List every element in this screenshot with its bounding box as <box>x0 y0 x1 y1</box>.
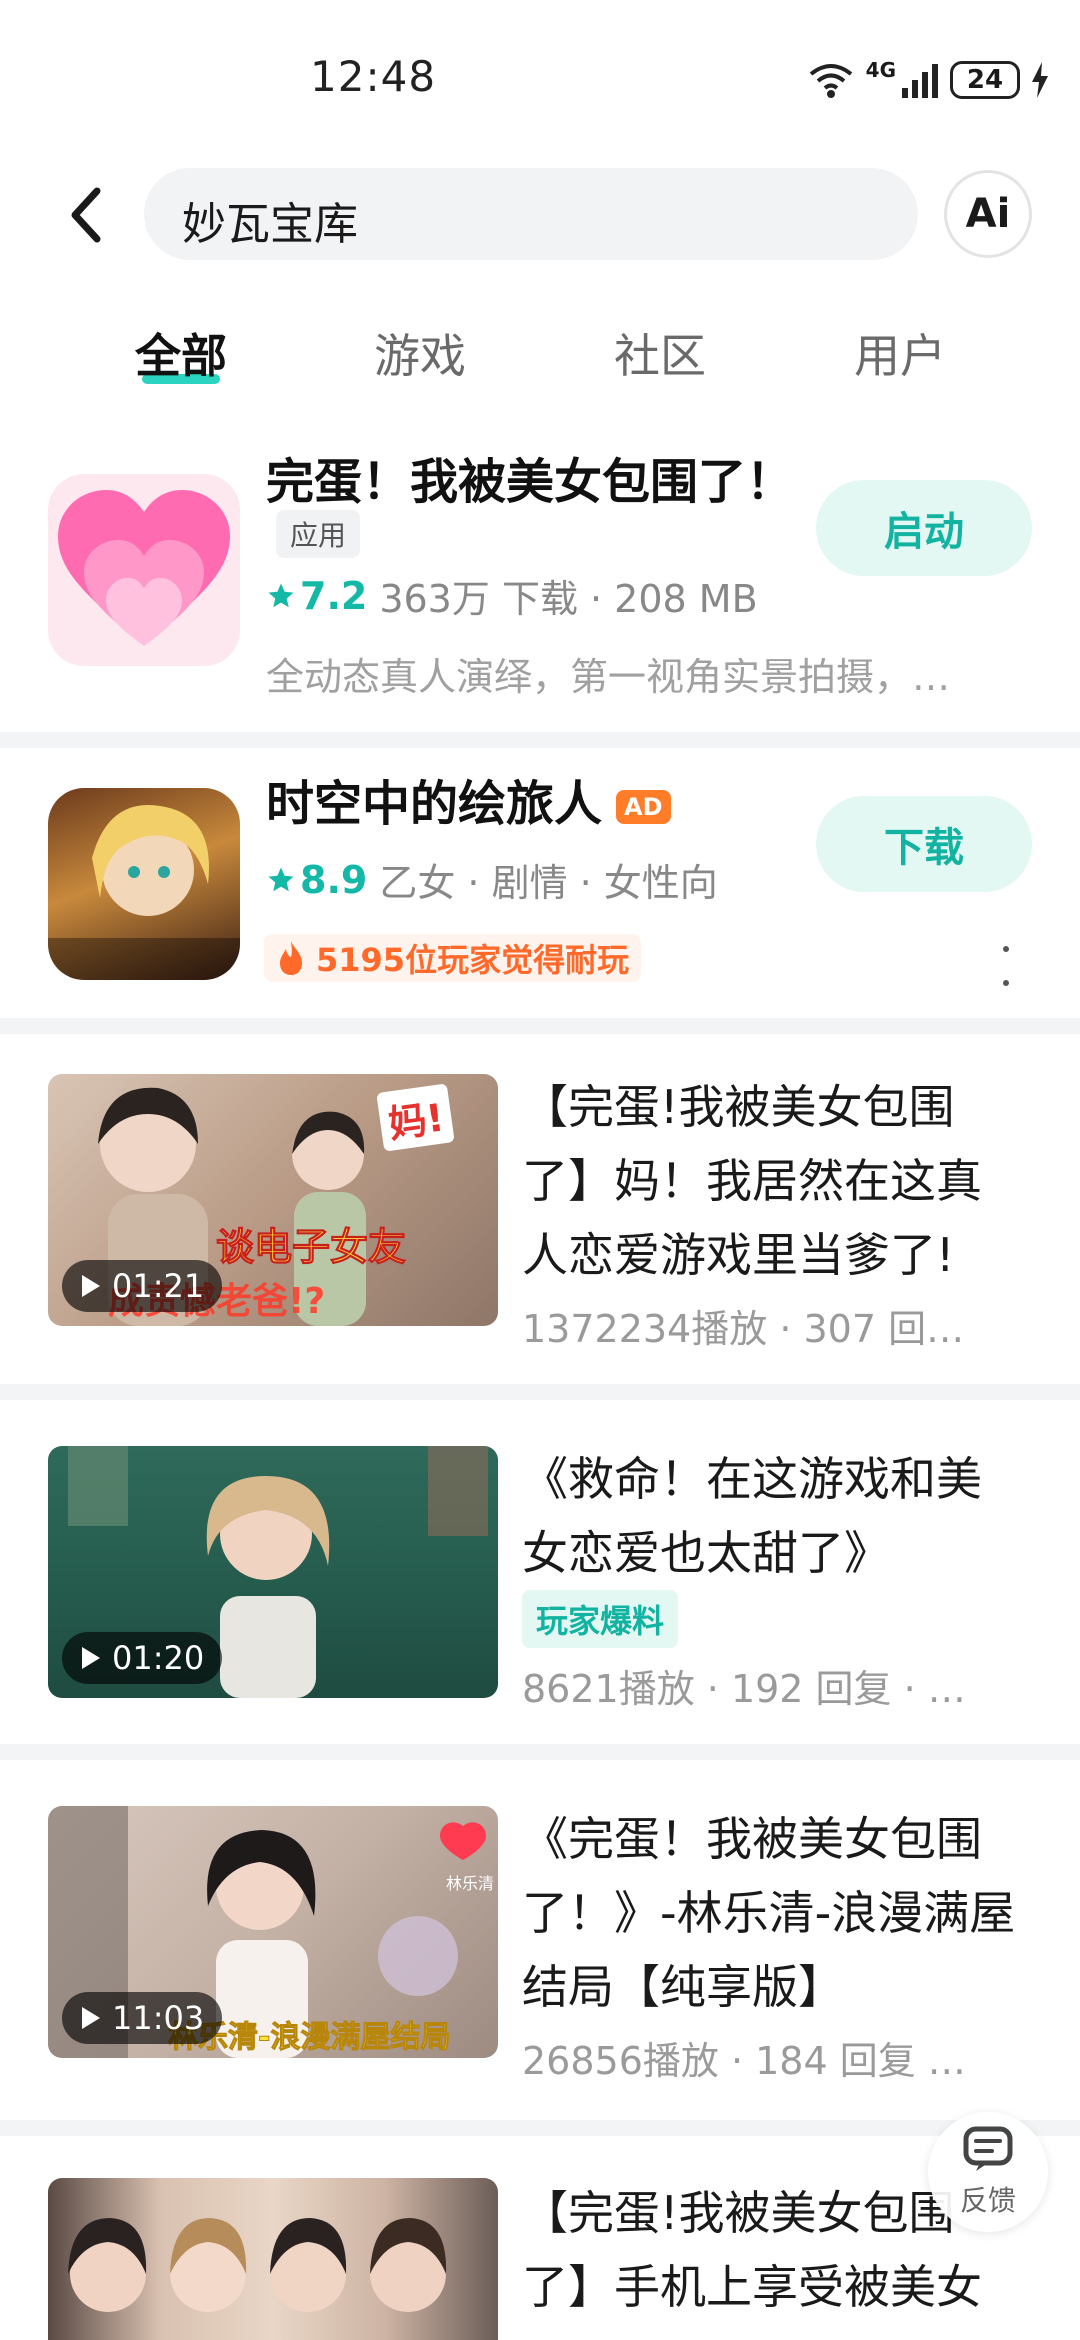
app-icon-art <box>48 805 240 980</box>
rating: 8.9 <box>266 858 367 902</box>
duration-text: 01:21 <box>112 1267 205 1305</box>
video-tag: 玩家爆料 <box>522 1590 679 1648</box>
video-result-card[interactable]: 妈! 谈电子女友 成责憾老爸!? 01:21 【完蛋!我被美女包围了】妈！我居然… <box>0 1034 1080 1384</box>
star-icon <box>268 867 294 891</box>
game-art-icon <box>48 788 240 980</box>
divider <box>0 2120 1080 2136</box>
video-result-card[interactable]: 01:20 《救命！在这游戏和美女恋爱也太甜了》 玩家爆料 8621播放 · 1… <box>0 1400 1080 1744</box>
divider <box>0 732 1080 748</box>
ad-app-result-card[interactable]: 时空中的绘旅人 AD 8.9 乙女 · 剧情 · 女性向 5195位玩家觉得耐玩 … <box>0 748 1080 1018</box>
ai-icon: Ai <box>965 191 1011 237</box>
hot-indicator: 5195位玩家觉得耐玩 <box>264 934 642 982</box>
video-duration: 01:21 <box>62 1260 223 1312</box>
back-button[interactable] <box>50 180 120 250</box>
app-description: 全动态真人演绎，第一视角实景拍摄，… <box>266 655 951 699</box>
network-type-label: 4G <box>865 58 896 82</box>
app-icon-art <box>58 490 230 646</box>
ai-button[interactable]: Ai <box>944 170 1032 258</box>
app-rating-row: 8.9 乙女 · 剧情 · 女性向 <box>266 852 718 907</box>
video-thumbnail[interactable]: 01:20 <box>48 1446 498 1698</box>
divider <box>0 1384 1080 1400</box>
tab-users[interactable]: 用户 <box>820 320 980 386</box>
video-result-card[interactable]: 【完蛋!我被美女包围了】手机上享受被美女 <box>0 2136 1080 2340</box>
duration-text: 11:03 <box>112 1999 205 2037</box>
app-title-text: 时空中的绘旅人 <box>266 776 603 832</box>
tab-all[interactable]: 全部 <box>101 320 261 386</box>
duration-text: 01:20 <box>112 1639 205 1677</box>
star-icon <box>268 583 294 607</box>
thumb-caption-tag: 林乐清 <box>446 1874 495 1893</box>
signal-icon <box>902 64 938 98</box>
battery-level: 24 <box>966 65 1004 95</box>
feedback-label: 反馈 <box>959 2184 1016 2217</box>
rating-value: 8.9 <box>300 857 368 902</box>
video-result-card[interactable]: 林乐清 林乐清-浪漫满屋结局 11:03 《完蛋！我被美女包围了！》-林乐清-浪… <box>0 1760 1080 2120</box>
status-bar: 12:48 4G 24 <box>0 0 1080 150</box>
video-thumbnail[interactable]: 林乐清 林乐清-浪漫满屋结局 11:03 <box>48 1806 498 2058</box>
app-type-tag: 应用 <box>276 510 361 558</box>
search-header: 妙瓦宝库 Ai <box>0 160 1080 270</box>
tab-community[interactable]: 社区 <box>580 320 740 386</box>
more-options-icon[interactable] <box>996 946 1016 986</box>
play-icon <box>82 1275 100 1297</box>
launch-button[interactable]: 启动 <box>816 480 1032 576</box>
fire-icon <box>280 941 302 975</box>
video-meta: 8621播放 · 192 回复 · … <box>522 1667 966 1711</box>
heart-icon <box>48 474 240 666</box>
charging-icon <box>1032 62 1048 98</box>
video-duration: 11:03 <box>62 1992 223 2044</box>
play-icon <box>82 2007 100 2029</box>
status-time: 12:48 <box>310 52 437 101</box>
rating: 7.2 <box>266 574 367 618</box>
app-result-card[interactable]: 完蛋！我被美女包围了！ 应用 7.2 363万 下载 · 208 MB 全动态真… <box>0 430 1080 730</box>
feedback-button[interactable]: 反馈 <box>928 2112 1048 2232</box>
app-meta: 363万 下载 · 208 MB <box>379 577 758 621</box>
rating-value: 7.2 <box>300 573 368 618</box>
search-input[interactable]: 妙瓦宝库 <box>144 168 918 260</box>
tab-games[interactable]: 游戏 <box>340 320 500 386</box>
battery-icon: 24 <box>950 61 1020 99</box>
video-title: 《救命！在这游戏和美女恋爱也太甜了》 <box>522 1452 982 1580</box>
ad-badge: AD <box>616 790 671 824</box>
video-title: 【完蛋!我被美女包围了】妈！我居然在这真人恋爱游戏里当爹了! <box>522 1080 982 1282</box>
video-thumbnail[interactable]: 妈! 谈电子女友 成责憾老爸!? 01:21 <box>48 1074 498 1326</box>
app-title: 时空中的绘旅人 AD <box>266 764 671 834</box>
thumb-caption-mid: 谈电子女友 <box>215 1225 407 1270</box>
app-meta: 乙女 · 剧情 · 女性向 <box>379 861 718 905</box>
chevron-left-icon <box>71 187 101 243</box>
divider <box>0 1018 1080 1034</box>
video-duration: 01:20 <box>62 1632 223 1684</box>
search-tabs: 全部 游戏 社区 用户 <box>0 310 1080 400</box>
video-meta: 26856播放 · 184 回复 … <box>522 2039 966 2083</box>
video-meta: 1372234播放 · 307 回… <box>522 1307 965 1351</box>
download-button[interactable]: 下载 <box>816 796 1032 892</box>
status-icons: 4G 24 <box>806 58 1050 102</box>
thumb-caption-top: 妈! <box>376 1083 456 1152</box>
feedback-icon <box>963 2126 1013 2171</box>
thumbnail-art <box>68 2218 447 2312</box>
video-thumbnail[interactable] <box>48 2178 498 2340</box>
app-rating-row: 7.2 363万 下载 · 208 MB <box>266 568 758 623</box>
divider <box>0 1744 1080 1760</box>
search-query: 妙瓦宝库 <box>182 199 358 250</box>
play-icon <box>82 1647 100 1669</box>
hot-text: 5195位玩家觉得耐玩 <box>316 941 630 979</box>
wifi-icon <box>809 64 852 98</box>
app-title: 完蛋！我被美女包围了！ <box>266 454 795 510</box>
video-title: 《完蛋！我被美女包围了！》-林乐清-浪漫满屋结局【纯享版】 <box>522 1812 1016 2014</box>
